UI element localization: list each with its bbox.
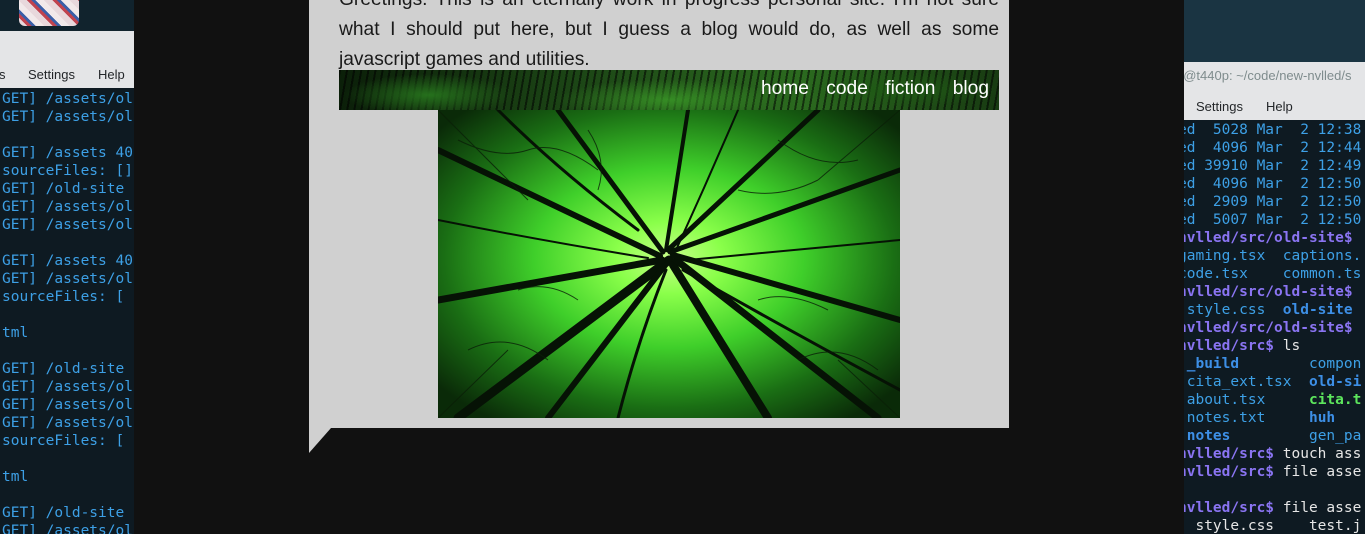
ls-output-file: compon (1308, 356, 1362, 372)
menu-item-help[interactable]: Help (98, 67, 125, 82)
left-terminal-titlebar[interactable] (0, 31, 134, 62)
terminal-line: GET] /assets/ol (2, 217, 133, 233)
ls-output-file: cita_ext.tsx (1184, 374, 1292, 390)
left-terminal-output: GET] /assets/ol GET] /assets/ol GET] /as… (2, 90, 133, 534)
menu-item-help[interactable]: Help (1266, 99, 1293, 114)
site-navbar: home code fiction blog (339, 70, 999, 110)
terminal-line: GET] /assets 40 (2, 145, 133, 161)
terminal-line: GET] /old-site (2, 361, 125, 377)
terminal-line: tml (2, 469, 29, 485)
shell-prompt: nvlled/src/old-site$ (1184, 320, 1353, 336)
ls-output-file: notes.txt (1184, 410, 1266, 426)
terminal-line: GET] /old-site (2, 505, 125, 521)
terminal-line: GET] /assets/ol (2, 91, 133, 107)
modal-overlay[interactable]: Greetings. This is an eternally work in … (134, 0, 1184, 534)
menu-item-tabs[interactable]: s (0, 67, 6, 82)
terminal-line: sourceFiles: [] (2, 163, 133, 179)
ls-output-file: about.tsx (1184, 392, 1266, 408)
terminal-line: sourceFiles: [ (2, 289, 125, 305)
shell-prompt: nvlled/src/old-site$ (1184, 284, 1353, 300)
ls-output-dir: old-site (1282, 302, 1353, 318)
shell-command: file asse (1274, 464, 1362, 480)
terminal-line: GET] /assets/ol (2, 109, 133, 125)
ls-output-file: style.css (1184, 302, 1283, 318)
intro-text: Greetings. This is an eternally work in … (339, 0, 999, 70)
listing-line: ed 2909 Mar 2 12:50 (1184, 194, 1362, 210)
terminal-line: sourceFiles: [ (2, 433, 125, 449)
terminal-line: GET] /old-site (2, 181, 125, 197)
listing-line: ed 4096 Mar 2 12:44 (1184, 140, 1362, 156)
shell-prompt: nvlled/src$ (1184, 338, 1275, 354)
terminal-line: GET] /assets/ol (2, 379, 133, 395)
listing-line: ed 5028 Mar 2 12:38 (1184, 122, 1362, 138)
terminal-line: GET] /assets/ol (2, 523, 133, 534)
nav-link-fiction[interactable]: fiction (885, 78, 935, 99)
ls-output-row: gaming.tsx captions. (1184, 248, 1362, 264)
speech-bubble-tail (309, 428, 331, 453)
forest-canopy-svg (438, 110, 900, 418)
shell-prompt: nvlled/src$ (1184, 446, 1275, 462)
ls-output-dir: old-si (1308, 374, 1362, 390)
right-terminal-output: ed 5028 Mar 2 12:38 ed 4096 Mar 2 12:44 … (1184, 121, 1361, 534)
nav-link-code[interactable]: code (826, 78, 868, 99)
ls-output-dir: huh (1308, 410, 1336, 426)
nav-links: home code fiction blog (749, 78, 989, 100)
app-thumbnail-icon[interactable] (19, 0, 79, 26)
shell-command: file asse (1274, 500, 1362, 516)
shell-prompt: nvlled/src/old-site$ (1184, 230, 1353, 246)
forest-canopy-image (438, 110, 900, 418)
speech-bubble-panel: Greetings. This is an eternally work in … (309, 0, 1009, 428)
ls-output-dir: notes (1186, 428, 1231, 444)
listing-line: ed 39910 Mar 2 12:49 (1184, 158, 1362, 174)
nav-link-home[interactable]: home (761, 78, 809, 99)
window-title: d@t440p: ~/code/new-nvlled/s (1184, 68, 1352, 83)
left-terminal-window: s Settings Help GET] /assets/ol GET] /as… (0, 0, 134, 534)
right-terminal-menubar: Settings Help (1184, 92, 1365, 120)
terminal-line: GET] /assets/ol (2, 199, 133, 215)
ls-output-exec: cita.t (1308, 392, 1362, 408)
nav-link-blog[interactable]: blog (953, 78, 989, 99)
shell-prompt: nvlled/src$ (1184, 464, 1275, 480)
listing-line: ed 4096 Mar 2 12:50 (1184, 176, 1362, 192)
file-output-line: ' style.css test.j (1184, 518, 1362, 534)
terminal-line: tml (2, 325, 29, 341)
terminal-line: GET] /assets/ol (2, 415, 133, 431)
desktop-background (1184, 0, 1365, 62)
menu-item-settings[interactable]: Settings (28, 67, 75, 82)
ls-output-file: gen_pa (1308, 428, 1362, 444)
shell-command: touch ass (1274, 446, 1362, 462)
shell-command: ls (1274, 338, 1301, 354)
ls-output-dir: _build (1184, 356, 1240, 372)
terminal-line: GET] /assets 40 (2, 253, 133, 269)
terminal-line: GET] /assets/ol (2, 397, 133, 413)
menu-item-settings[interactable]: Settings (1196, 99, 1243, 114)
right-terminal-titlebar[interactable]: d@t440p: ~/code/new-nvlled/s (1184, 62, 1365, 92)
left-terminal-menubar: s Settings Help (0, 62, 134, 88)
terminal-line: GET] /assets/ol (2, 271, 133, 287)
listing-line: ed 5007 Mar 2 12:50 (1184, 212, 1362, 228)
right-terminal-window: d@t440p: ~/code/new-nvlled/s Settings He… (1184, 0, 1365, 534)
ls-output-row: code.tsx common.ts (1184, 266, 1362, 282)
shell-prompt: nvlled/src$ (1184, 500, 1275, 516)
